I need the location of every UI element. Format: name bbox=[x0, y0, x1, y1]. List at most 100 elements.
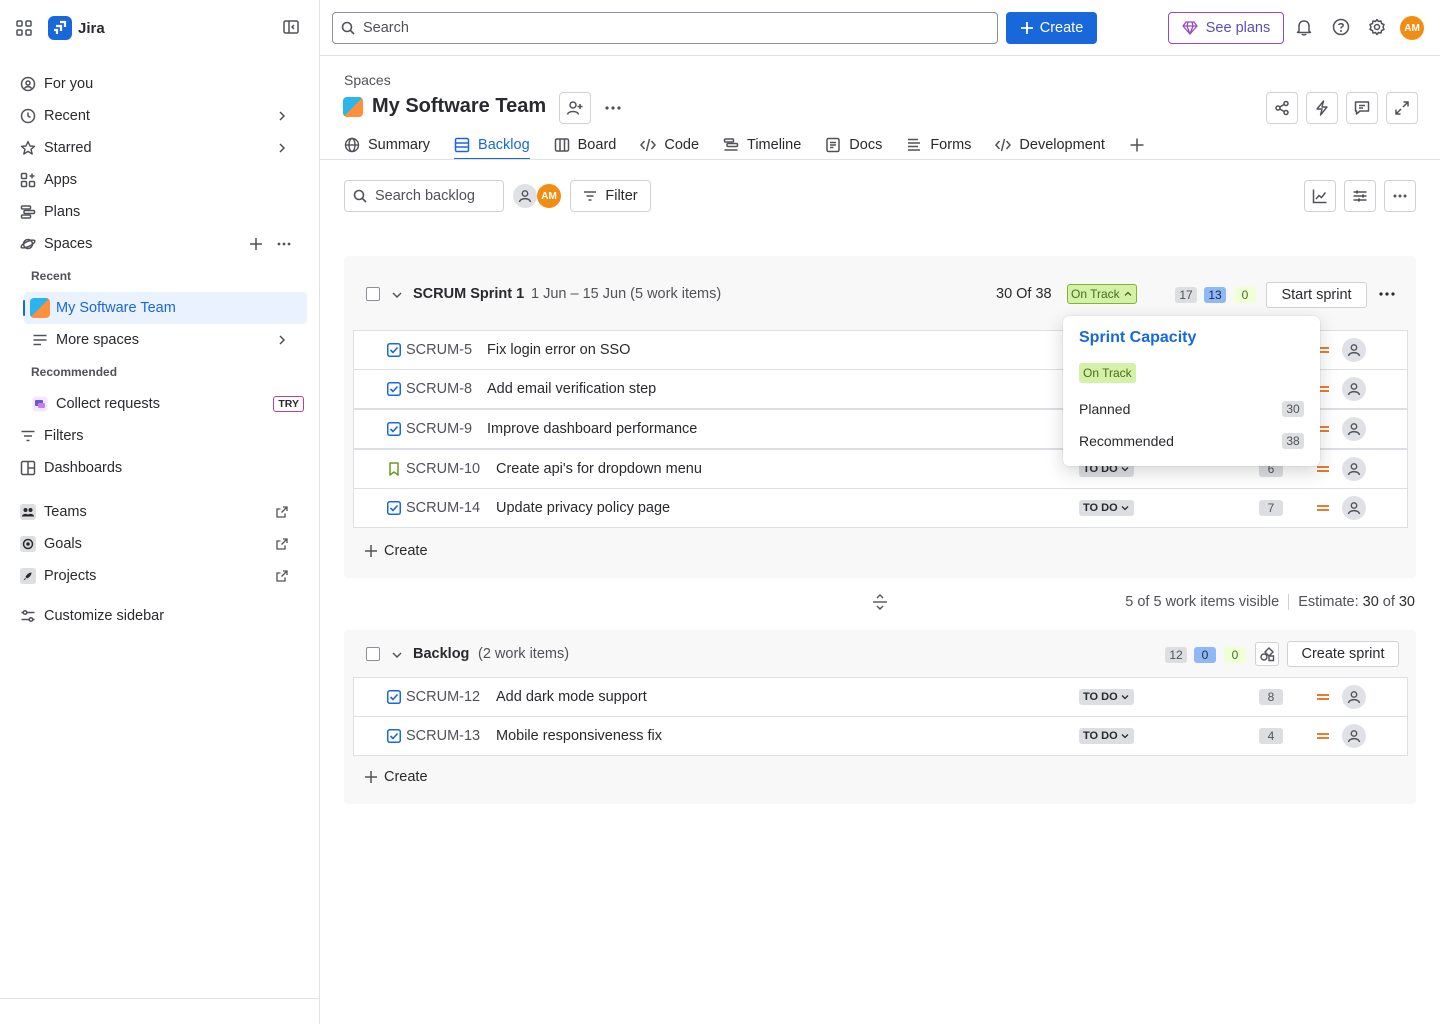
issue-summary[interactable]: Add email verification step bbox=[487, 381, 656, 397]
issue-key[interactable]: SCRUM-10 bbox=[406, 461, 480, 477]
assignee-avatar[interactable] bbox=[1342, 338, 1366, 362]
view-settings-button[interactable] bbox=[1344, 180, 1376, 212]
issue-key[interactable]: SCRUM-13 bbox=[406, 728, 480, 744]
sprint-more-icon[interactable] bbox=[1378, 286, 1396, 302]
assignee-avatar[interactable] bbox=[1342, 377, 1366, 401]
tab-backlog[interactable]: Backlog bbox=[454, 132, 530, 160]
see-plans-button[interactable]: See plans bbox=[1168, 12, 1284, 44]
user-avatar[interactable]: AM bbox=[1400, 16, 1424, 40]
sidebar-item-projects[interactable]: Projects bbox=[20, 562, 308, 590]
notifications-bell-icon[interactable] bbox=[1296, 18, 1312, 36]
tab-summary[interactable]: Summary bbox=[344, 132, 430, 158]
external-link-icon[interactable] bbox=[274, 570, 290, 582]
sidebar-item-starred[interactable]: Starred bbox=[20, 134, 308, 162]
chevron-right-icon[interactable] bbox=[274, 110, 290, 122]
issue-summary[interactable]: Improve dashboard performance bbox=[487, 421, 697, 437]
issue-key[interactable]: SCRUM-8 bbox=[406, 381, 472, 397]
story-points-badge[interactable]: 7 bbox=[1259, 500, 1283, 516]
sidebar-item-spaces[interactable]: Spaces bbox=[20, 230, 308, 258]
on-track-status-button[interactable]: On Track bbox=[1067, 284, 1137, 304]
external-link-icon[interactable] bbox=[274, 538, 290, 550]
breadcrumb[interactable]: Spaces bbox=[344, 72, 391, 88]
filter-button[interactable]: Filter bbox=[570, 180, 651, 212]
sprint-select-checkbox[interactable] bbox=[366, 287, 380, 301]
sidebar-item-goals[interactable]: Goals bbox=[20, 530, 308, 558]
chevron-down-icon[interactable] bbox=[391, 649, 403, 661]
tab-timeline[interactable]: Timeline bbox=[723, 132, 801, 158]
issue-key[interactable]: SCRUM-9 bbox=[406, 421, 472, 437]
app-switcher-icon[interactable] bbox=[16, 20, 32, 36]
story-points-badge[interactable]: 4 bbox=[1259, 728, 1283, 744]
add-space-icon[interactable] bbox=[248, 237, 264, 251]
jira-logo-icon[interactable] bbox=[48, 16, 72, 40]
tab-code[interactable]: Code bbox=[640, 132, 699, 158]
sidebar-item-dashboards[interactable]: Dashboards bbox=[20, 454, 308, 482]
chevron-right-icon[interactable] bbox=[274, 334, 290, 346]
sprint-name[interactable]: SCRUM Sprint 1 bbox=[413, 286, 524, 302]
tab-docs[interactable]: Docs bbox=[825, 132, 882, 158]
issue-summary[interactable]: Mobile responsiveness fix bbox=[496, 728, 662, 744]
sidebar-item-for-you[interactable]: For you bbox=[20, 70, 308, 98]
backlog-select-checkbox[interactable] bbox=[366, 647, 380, 661]
backlog-create-button[interactable]: Create bbox=[364, 769, 428, 785]
status-dropdown[interactable]: TO DO bbox=[1079, 689, 1134, 705]
more-icon[interactable] bbox=[604, 100, 622, 116]
backlog-name[interactable]: Backlog bbox=[413, 646, 469, 662]
issue-key[interactable]: SCRUM-12 bbox=[406, 689, 480, 705]
table-row[interactable]: SCRUM-13 Mobile responsiveness fix TO DO… bbox=[353, 716, 1408, 756]
chevron-down-icon[interactable] bbox=[391, 289, 403, 301]
more-icon[interactable] bbox=[276, 237, 292, 251]
more-options-button[interactable] bbox=[1384, 180, 1416, 212]
automation-button[interactable] bbox=[1306, 92, 1338, 124]
backlog-search-input[interactable]: Search backlog bbox=[344, 180, 504, 212]
insights-button[interactable] bbox=[1304, 180, 1336, 212]
settings-gear-icon[interactable] bbox=[1368, 18, 1386, 36]
global-search-input[interactable]: Search bbox=[332, 12, 998, 44]
shapes-button[interactable] bbox=[1255, 642, 1279, 666]
sidebar-item-teams[interactable]: Teams bbox=[20, 498, 308, 526]
sidebar-item-apps[interactable]: Apps bbox=[20, 166, 308, 194]
issue-summary[interactable]: Add dark mode support bbox=[496, 689, 647, 705]
story-points-badge[interactable]: 8 bbox=[1259, 689, 1283, 705]
create-sprint-button[interactable]: Create sprint bbox=[1287, 641, 1399, 667]
chevron-right-icon[interactable] bbox=[274, 142, 290, 154]
table-row[interactable]: SCRUM-12 Add dark mode support TO DO 8 bbox=[353, 677, 1408, 717]
issue-summary[interactable]: Create api's for dropdown menu bbox=[496, 461, 702, 477]
share-button[interactable] bbox=[1266, 92, 1298, 124]
assignee-avatar[interactable] bbox=[1342, 724, 1366, 748]
sidebar-item-collect-requests[interactable]: Collect requests TRY bbox=[32, 390, 308, 418]
collapse-sidebar-icon[interactable] bbox=[282, 18, 300, 36]
add-tab-button[interactable] bbox=[1129, 132, 1153, 158]
status-dropdown[interactable]: TO DO bbox=[1079, 500, 1134, 516]
create-button[interactable]: Create bbox=[1006, 12, 1097, 44]
table-row[interactable]: SCRUM-14 Update privacy policy page TO D… bbox=[353, 488, 1408, 528]
sidebar-item-my-software-team[interactable]: My Software Team bbox=[23, 292, 307, 324]
add-people-button[interactable] bbox=[559, 92, 591, 124]
issue-summary[interactable]: Update privacy policy page bbox=[496, 500, 670, 516]
sidebar-item-recent[interactable]: Recent bbox=[20, 102, 308, 130]
unassigned-filter-avatar[interactable] bbox=[513, 184, 537, 208]
assignee-avatar[interactable] bbox=[1342, 417, 1366, 441]
issue-key[interactable]: SCRUM-14 bbox=[406, 500, 480, 516]
tab-forms[interactable]: Forms bbox=[906, 132, 971, 158]
sidebar-item-more-spaces[interactable]: More spaces bbox=[32, 326, 308, 354]
fullscreen-button[interactable] bbox=[1386, 92, 1418, 124]
tab-development[interactable]: Development bbox=[995, 132, 1105, 158]
feedback-button[interactable] bbox=[1346, 92, 1378, 124]
external-link-icon[interactable] bbox=[274, 506, 290, 518]
user-filter-avatar[interactable]: AM bbox=[537, 184, 561, 208]
assignee-avatar[interactable] bbox=[1342, 685, 1366, 709]
sidebar-item-plans[interactable]: Plans bbox=[20, 198, 308, 226]
sprint-create-button[interactable]: Create bbox=[364, 543, 428, 559]
help-icon[interactable] bbox=[1332, 18, 1350, 36]
issue-summary[interactable]: Fix login error on SSO bbox=[487, 342, 630, 358]
tab-board[interactable]: Board bbox=[554, 132, 616, 158]
assignee-avatar[interactable] bbox=[1342, 496, 1366, 520]
sidebar-item-customize[interactable]: Customize sidebar bbox=[20, 602, 308, 630]
resize-handle-icon[interactable] bbox=[871, 593, 889, 611]
assignee-avatar[interactable] bbox=[1342, 457, 1366, 481]
sidebar-item-filters[interactable]: Filters bbox=[20, 422, 308, 450]
app-name[interactable]: Jira bbox=[78, 20, 105, 37]
start-sprint-button[interactable]: Start sprint bbox=[1266, 282, 1367, 308]
issue-key[interactable]: SCRUM-5 bbox=[406, 342, 472, 358]
